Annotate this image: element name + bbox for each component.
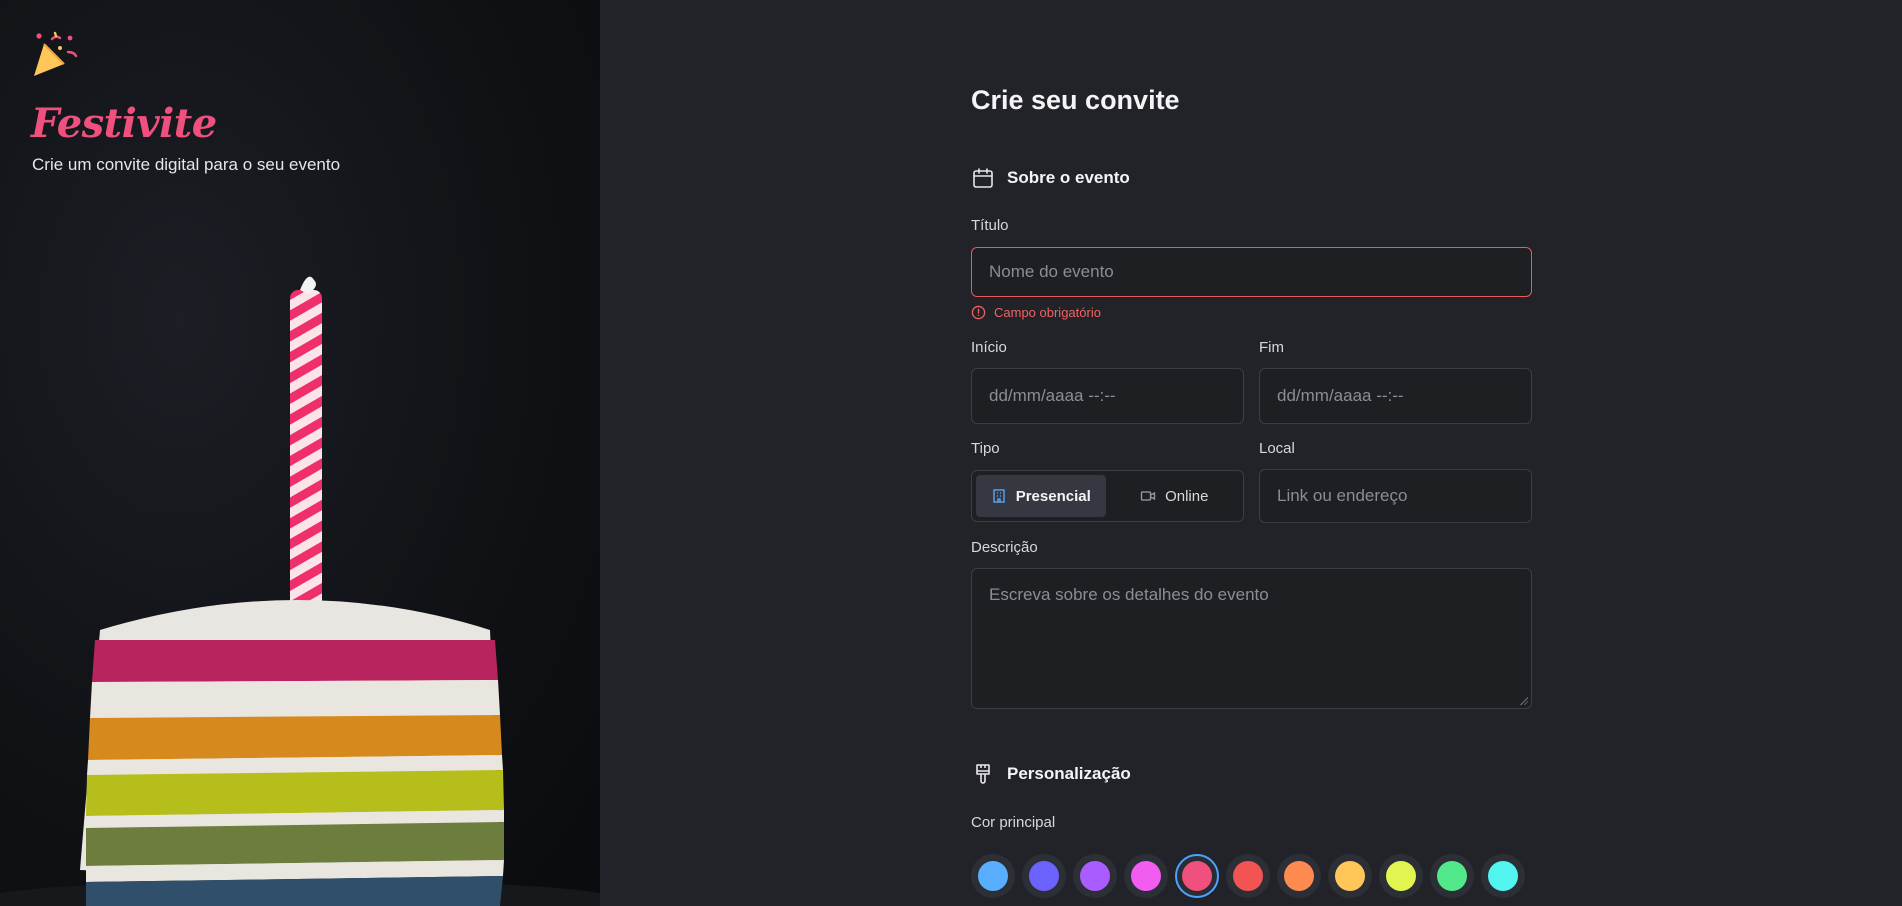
- color-swatch-fill: [1488, 861, 1518, 891]
- title-input[interactable]: Nome do evento: [971, 247, 1532, 297]
- error-text: Campo obrigatório: [994, 305, 1101, 320]
- color-swatch[interactable]: [1124, 854, 1168, 898]
- color-swatch[interactable]: [1379, 854, 1423, 898]
- description-label: Descrição: [971, 539, 1038, 556]
- end-datetime-input[interactable]: dd/mm/aaaa --:--: [1259, 368, 1532, 424]
- color-swatch[interactable]: [1022, 854, 1066, 898]
- color-swatch[interactable]: [1073, 854, 1117, 898]
- end-placeholder: dd/mm/aaaa --:--: [1277, 386, 1404, 405]
- alert-circle-icon: [971, 305, 986, 320]
- type-option-label: Online: [1165, 487, 1209, 505]
- section-title: Sobre o evento: [1007, 168, 1130, 187]
- start-datetime-input[interactable]: dd/mm/aaaa --:--: [971, 368, 1244, 424]
- color-swatch-fill: [1131, 861, 1161, 891]
- color-swatch[interactable]: [1175, 854, 1219, 898]
- color-swatch-fill: [1386, 861, 1416, 891]
- building-icon: [993, 489, 1005, 503]
- color-swatch[interactable]: [971, 854, 1015, 898]
- color-swatch[interactable]: [1277, 854, 1321, 898]
- section-about-event: Sobre o evento: [971, 166, 1130, 190]
- paintbrush-icon: [976, 764, 990, 784]
- cake-image: [0, 276, 600, 906]
- color-swatch-fill: [1437, 861, 1467, 891]
- location-input[interactable]: Link ou endereço: [1259, 469, 1532, 523]
- resize-handle[interactable]: [1520, 697, 1528, 705]
- color-swatch[interactable]: [1226, 854, 1270, 898]
- party-popper-icon: [34, 31, 78, 76]
- color-swatch-fill: [1335, 861, 1365, 891]
- color-label: Cor principal: [971, 814, 1056, 831]
- type-online-button[interactable]: Online: [1110, 475, 1240, 517]
- color-swatch-fill: [978, 861, 1008, 891]
- location-placeholder: Link ou endereço: [1277, 486, 1408, 505]
- video-icon: [1140, 491, 1156, 501]
- type-label: Tipo: [971, 440, 1000, 457]
- title-label: Título: [971, 217, 1009, 234]
- section-customization: Personalização: [971, 762, 1131, 786]
- color-swatch-fill: [1182, 861, 1212, 891]
- event-type-toggle: Presencial Online: [971, 470, 1244, 522]
- title-placeholder: Nome do evento: [989, 262, 1114, 281]
- color-swatch-fill: [1284, 861, 1314, 891]
- type-presencial-button[interactable]: Presencial: [976, 475, 1106, 517]
- color-swatch-fill: [1233, 861, 1263, 891]
- color-swatch[interactable]: [1328, 854, 1372, 898]
- description-placeholder: Escreva sobre os detalhes do evento: [989, 585, 1269, 604]
- calendar-icon: [973, 168, 993, 188]
- brand-name: Festivite: [31, 100, 217, 147]
- start-placeholder: dd/mm/aaaa --:--: [989, 386, 1116, 405]
- location-label: Local: [1259, 440, 1295, 457]
- end-label: Fim: [1259, 339, 1284, 356]
- hero-panel: Festivite Crie um convite digital para o…: [0, 0, 600, 906]
- color-swatch[interactable]: [1481, 854, 1525, 898]
- color-swatch-fill: [1080, 861, 1110, 891]
- color-swatch[interactable]: [1430, 854, 1474, 898]
- type-option-label: Presencial: [1015, 487, 1091, 505]
- start-label: Início: [971, 339, 1007, 356]
- brand-tagline: Crie um convite digital para o seu event…: [32, 155, 341, 174]
- title-error: Campo obrigatório: [971, 305, 1101, 320]
- color-swatch-fill: [1029, 861, 1059, 891]
- form-title: Crie seu convite: [971, 85, 1180, 115]
- section-title: Personalização: [1007, 764, 1131, 783]
- description-textarea[interactable]: Escreva sobre os detalhes do evento: [971, 568, 1532, 709]
- color-swatches: [971, 854, 1525, 898]
